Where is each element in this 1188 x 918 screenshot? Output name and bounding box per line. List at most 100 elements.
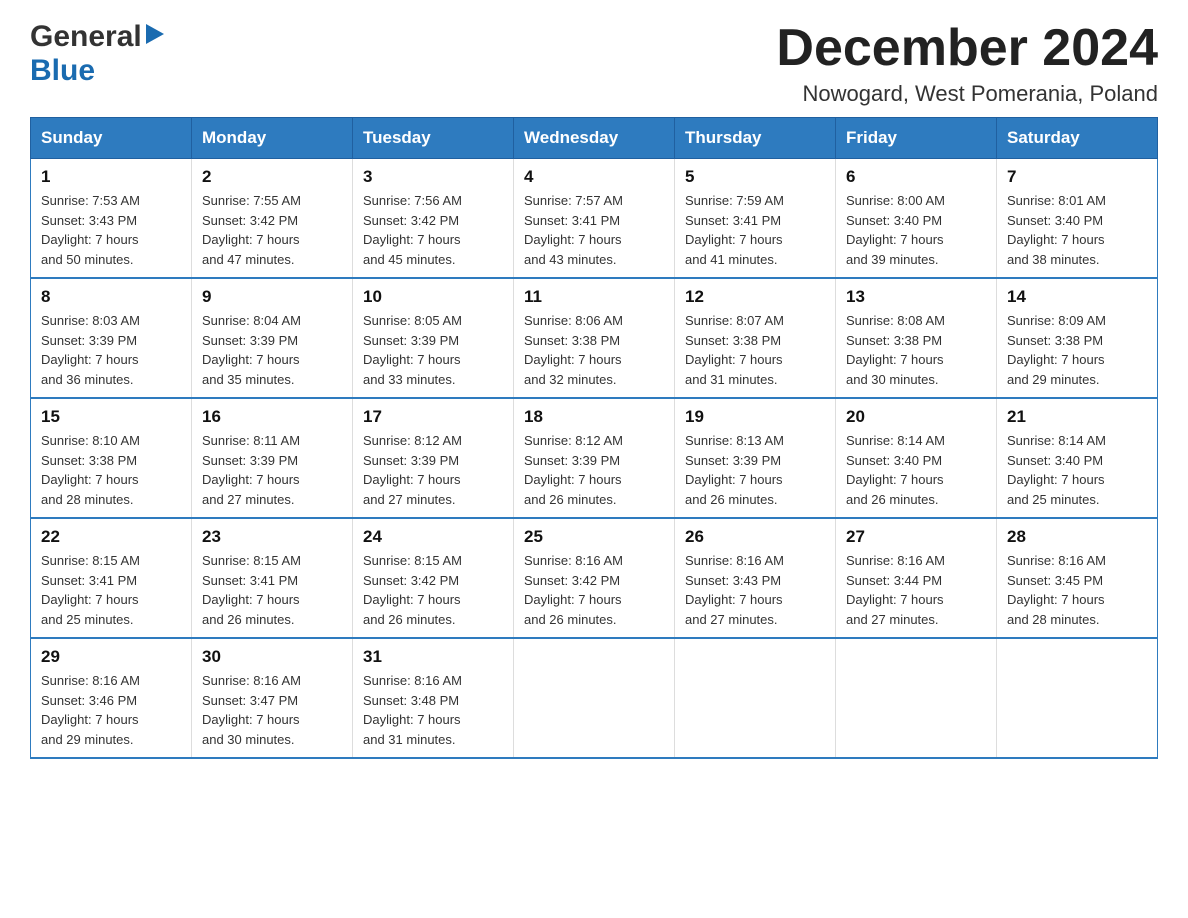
day-number: 5 [685,167,825,187]
day-cell: 4 Sunrise: 7:57 AMSunset: 3:41 PMDayligh… [514,159,675,279]
day-number: 2 [202,167,342,187]
day-info: Sunrise: 8:12 AMSunset: 3:39 PMDaylight:… [363,433,462,507]
header-friday: Friday [836,118,997,159]
day-info: Sunrise: 7:55 AMSunset: 3:42 PMDaylight:… [202,193,301,267]
day-number: 29 [41,647,181,667]
day-info: Sunrise: 8:08 AMSunset: 3:38 PMDaylight:… [846,313,945,387]
day-cell: 16 Sunrise: 8:11 AMSunset: 3:39 PMDaylig… [192,398,353,518]
day-cell: 17 Sunrise: 8:12 AMSunset: 3:39 PMDaylig… [353,398,514,518]
day-info: Sunrise: 8:12 AMSunset: 3:39 PMDaylight:… [524,433,623,507]
day-info: Sunrise: 8:15 AMSunset: 3:41 PMDaylight:… [41,553,140,627]
day-number: 22 [41,527,181,547]
day-cell: 26 Sunrise: 8:16 AMSunset: 3:43 PMDaylig… [675,518,836,638]
month-title: December 2024 [776,20,1158,77]
day-info: Sunrise: 8:13 AMSunset: 3:39 PMDaylight:… [685,433,784,507]
day-number: 24 [363,527,503,547]
week-row-2: 8 Sunrise: 8:03 AMSunset: 3:39 PMDayligh… [31,278,1158,398]
day-cell: 31 Sunrise: 8:16 AMSunset: 3:48 PMDaylig… [353,638,514,758]
day-cell: 6 Sunrise: 8:00 AMSunset: 3:40 PMDayligh… [836,159,997,279]
day-info: Sunrise: 8:15 AMSunset: 3:41 PMDaylight:… [202,553,301,627]
day-cell: 22 Sunrise: 8:15 AMSunset: 3:41 PMDaylig… [31,518,192,638]
day-info: Sunrise: 8:07 AMSunset: 3:38 PMDaylight:… [685,313,784,387]
day-number: 21 [1007,407,1147,427]
day-number: 12 [685,287,825,307]
header-saturday: Saturday [997,118,1158,159]
day-cell [514,638,675,758]
day-number: 4 [524,167,664,187]
day-info: Sunrise: 8:05 AMSunset: 3:39 PMDaylight:… [363,313,462,387]
day-cell: 23 Sunrise: 8:15 AMSunset: 3:41 PMDaylig… [192,518,353,638]
day-number: 6 [846,167,986,187]
day-cell: 9 Sunrise: 8:04 AMSunset: 3:39 PMDayligh… [192,278,353,398]
day-number: 9 [202,287,342,307]
day-info: Sunrise: 8:03 AMSunset: 3:39 PMDaylight:… [41,313,140,387]
day-number: 8 [41,287,181,307]
day-cell: 10 Sunrise: 8:05 AMSunset: 3:39 PMDaylig… [353,278,514,398]
day-info: Sunrise: 8:16 AMSunset: 3:47 PMDaylight:… [202,673,301,747]
calendar-table: Sunday Monday Tuesday Wednesday Thursday… [30,117,1158,759]
day-cell: 29 Sunrise: 8:16 AMSunset: 3:46 PMDaylig… [31,638,192,758]
day-info: Sunrise: 8:16 AMSunset: 3:46 PMDaylight:… [41,673,140,747]
day-cell: 8 Sunrise: 8:03 AMSunset: 3:39 PMDayligh… [31,278,192,398]
day-info: Sunrise: 7:53 AMSunset: 3:43 PMDaylight:… [41,193,140,267]
day-number: 23 [202,527,342,547]
week-row-5: 29 Sunrise: 8:16 AMSunset: 3:46 PMDaylig… [31,638,1158,758]
day-info: Sunrise: 8:16 AMSunset: 3:43 PMDaylight:… [685,553,784,627]
day-cell: 11 Sunrise: 8:06 AMSunset: 3:38 PMDaylig… [514,278,675,398]
day-info: Sunrise: 8:04 AMSunset: 3:39 PMDaylight:… [202,313,301,387]
day-info: Sunrise: 8:11 AMSunset: 3:39 PMDaylight:… [202,433,300,507]
day-info: Sunrise: 7:57 AMSunset: 3:41 PMDaylight:… [524,193,623,267]
day-cell: 19 Sunrise: 8:13 AMSunset: 3:39 PMDaylig… [675,398,836,518]
day-number: 11 [524,287,664,307]
weekday-header-row: Sunday Monday Tuesday Wednesday Thursday… [31,118,1158,159]
day-cell: 18 Sunrise: 8:12 AMSunset: 3:39 PMDaylig… [514,398,675,518]
day-number: 15 [41,407,181,427]
logo-general-text: General [30,20,142,54]
day-info: Sunrise: 8:10 AMSunset: 3:38 PMDaylight:… [41,433,140,507]
page-header: General Blue December 2024 Nowogard, Wes… [30,20,1158,107]
day-number: 16 [202,407,342,427]
day-info: Sunrise: 8:16 AMSunset: 3:44 PMDaylight:… [846,553,945,627]
day-number: 25 [524,527,664,547]
day-cell: 20 Sunrise: 8:14 AMSunset: 3:40 PMDaylig… [836,398,997,518]
day-cell: 2 Sunrise: 7:55 AMSunset: 3:42 PMDayligh… [192,159,353,279]
day-number: 13 [846,287,986,307]
week-row-1: 1 Sunrise: 7:53 AMSunset: 3:43 PMDayligh… [31,159,1158,279]
day-number: 26 [685,527,825,547]
header-sunday: Sunday [31,118,192,159]
day-number: 28 [1007,527,1147,547]
logo-blue-text: Blue [30,54,95,87]
day-cell: 28 Sunrise: 8:16 AMSunset: 3:45 PMDaylig… [997,518,1158,638]
day-number: 31 [363,647,503,667]
day-info: Sunrise: 8:14 AMSunset: 3:40 PMDaylight:… [846,433,945,507]
day-cell: 7 Sunrise: 8:01 AMSunset: 3:40 PMDayligh… [997,159,1158,279]
day-info: Sunrise: 8:16 AMSunset: 3:42 PMDaylight:… [524,553,623,627]
header-tuesday: Tuesday [353,118,514,159]
day-cell: 1 Sunrise: 7:53 AMSunset: 3:43 PMDayligh… [31,159,192,279]
day-cell: 27 Sunrise: 8:16 AMSunset: 3:44 PMDaylig… [836,518,997,638]
header-wednesday: Wednesday [514,118,675,159]
day-info: Sunrise: 8:15 AMSunset: 3:42 PMDaylight:… [363,553,462,627]
day-number: 30 [202,647,342,667]
day-cell [997,638,1158,758]
header-thursday: Thursday [675,118,836,159]
day-info: Sunrise: 8:00 AMSunset: 3:40 PMDaylight:… [846,193,945,267]
day-cell: 5 Sunrise: 7:59 AMSunset: 3:41 PMDayligh… [675,159,836,279]
day-info: Sunrise: 8:14 AMSunset: 3:40 PMDaylight:… [1007,433,1106,507]
day-cell: 13 Sunrise: 8:08 AMSunset: 3:38 PMDaylig… [836,278,997,398]
week-row-4: 22 Sunrise: 8:15 AMSunset: 3:41 PMDaylig… [31,518,1158,638]
day-cell [836,638,997,758]
day-cell [675,638,836,758]
day-number: 1 [41,167,181,187]
day-number: 10 [363,287,503,307]
day-number: 19 [685,407,825,427]
day-number: 7 [1007,167,1147,187]
day-cell: 15 Sunrise: 8:10 AMSunset: 3:38 PMDaylig… [31,398,192,518]
day-number: 27 [846,527,986,547]
day-info: Sunrise: 8:09 AMSunset: 3:38 PMDaylight:… [1007,313,1106,387]
day-cell: 3 Sunrise: 7:56 AMSunset: 3:42 PMDayligh… [353,159,514,279]
location-title: Nowogard, West Pomerania, Poland [776,81,1158,107]
header-monday: Monday [192,118,353,159]
day-number: 3 [363,167,503,187]
week-row-3: 15 Sunrise: 8:10 AMSunset: 3:38 PMDaylig… [31,398,1158,518]
